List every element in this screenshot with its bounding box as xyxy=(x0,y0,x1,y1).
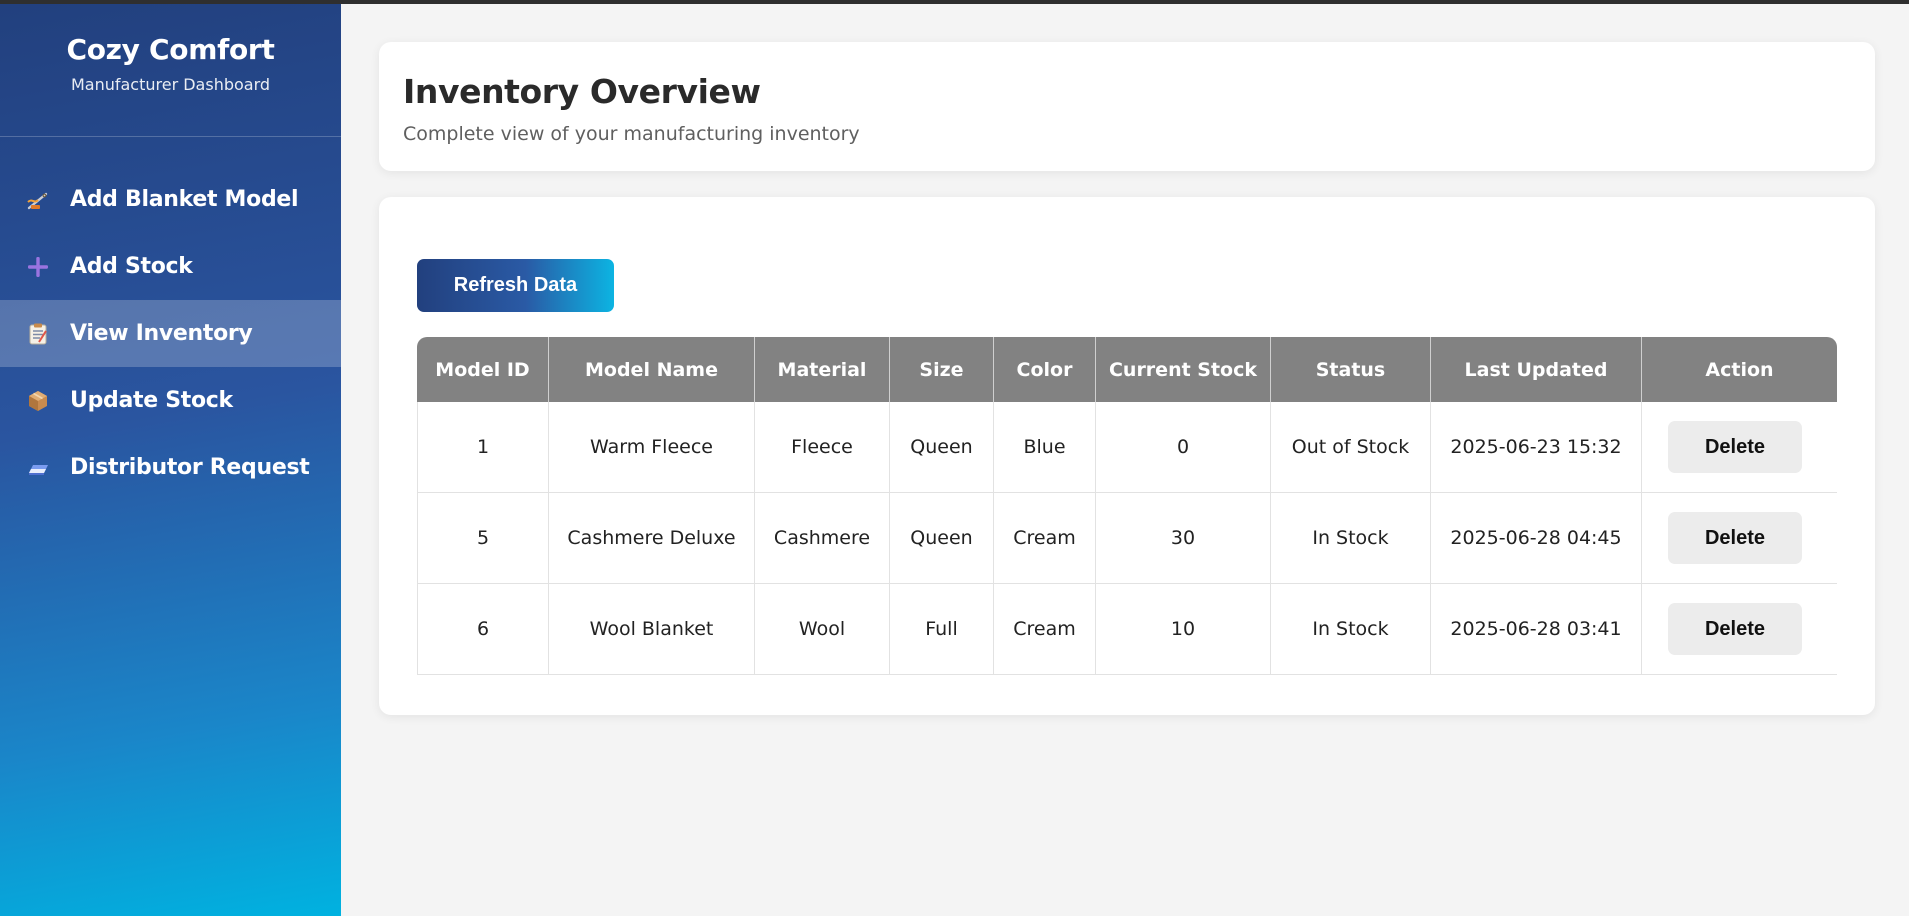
cell-model-name: Warm Fleece xyxy=(549,402,755,493)
cell-model-name: Cashmere Deluxe xyxy=(549,493,755,584)
inventory-table: Model ID Model Name Material Size Color … xyxy=(417,337,1837,675)
sidebar-item-label: Update Stock xyxy=(70,388,233,413)
column-header-model-id: Model ID xyxy=(417,337,549,402)
cell-action: Delete xyxy=(1642,584,1837,675)
clipboard-icon xyxy=(26,322,50,346)
brand-subtitle: Manufacturer Dashboard xyxy=(70,75,271,94)
cell-last-updated: 2025-06-28 03:41 xyxy=(1431,584,1642,675)
sidebar-item-distributor-request[interactable]: Distributor Request xyxy=(0,434,341,501)
sidebar: Cozy Comfort Manufacturer Dashboard Add … xyxy=(0,4,341,916)
cell-size: Queen xyxy=(890,493,994,584)
sidebar-item-add-blanket-model[interactable]: Add Blanket Model xyxy=(0,166,341,233)
sidebar-item-view-inventory[interactable]: View Inventory xyxy=(0,300,341,367)
column-header-material: Material xyxy=(755,337,890,402)
cell-color: Cream xyxy=(994,493,1096,584)
cell-size: Queen xyxy=(890,402,994,493)
sidebar-item-label: Add Stock xyxy=(70,254,193,279)
sidebar-item-label: View Inventory xyxy=(70,321,253,346)
refresh-data-button[interactable]: Refresh Data xyxy=(417,259,614,312)
cell-last-updated: 2025-06-23 15:32 xyxy=(1431,402,1642,493)
table-header-row: Model ID Model Name Material Size Color … xyxy=(417,337,1837,402)
cell-current-stock: 0 xyxy=(1096,402,1271,493)
sidebar-item-label: Distributor Request xyxy=(70,455,310,480)
table-row: 5 Cashmere Deluxe Cashmere Queen Cream 3… xyxy=(417,493,1837,584)
sidebar-item-label: Add Blanket Model xyxy=(70,187,299,212)
delete-button[interactable]: Delete xyxy=(1668,603,1802,655)
cell-material: Cashmere xyxy=(755,493,890,584)
sewing-needle-icon xyxy=(26,188,50,212)
cell-status: In Stock xyxy=(1271,493,1431,584)
cell-status: Out of Stock xyxy=(1271,402,1431,493)
cell-material: Fleece xyxy=(755,402,890,493)
cell-current-stock: 10 xyxy=(1096,584,1271,675)
cell-model-id: 5 xyxy=(417,493,549,584)
column-header-status: Status xyxy=(1271,337,1431,402)
column-header-model-name: Model Name xyxy=(549,337,755,402)
cell-model-id: 6 xyxy=(417,584,549,675)
delete-button[interactable]: Delete xyxy=(1668,512,1802,564)
plus-icon xyxy=(26,255,50,279)
cell-model-name: Wool Blanket xyxy=(549,584,755,675)
column-header-color: Color xyxy=(994,337,1096,402)
table-row: 6 Wool Blanket Wool Full Cream 10 In Sto… xyxy=(417,584,1837,675)
inventory-panel: Refresh Data Model ID Model Name Materia… xyxy=(379,197,1875,715)
page-subtitle: Complete view of your manufacturing inve… xyxy=(403,123,860,145)
cell-color: Blue xyxy=(994,402,1096,493)
brand-title: Cozy Comfort xyxy=(66,33,275,66)
page-title: Inventory Overview xyxy=(403,72,761,111)
delete-button[interactable]: Delete xyxy=(1668,421,1802,473)
window-top-edge xyxy=(0,0,1909,4)
column-header-size: Size xyxy=(890,337,994,402)
sidebar-item-add-stock[interactable]: Add Stock xyxy=(0,233,341,300)
cell-color: Cream xyxy=(994,584,1096,675)
cell-material: Wool xyxy=(755,584,890,675)
page-header: Inventory Overview Complete view of your… xyxy=(379,42,1875,171)
column-header-action: Action xyxy=(1642,337,1837,402)
cell-action: Delete xyxy=(1642,402,1837,493)
cell-current-stock: 30 xyxy=(1096,493,1271,584)
sidebar-nav: Add Blanket Model Add Stock View Invento… xyxy=(0,166,341,501)
eraser-icon xyxy=(26,456,50,480)
brand: Cozy Comfort Manufacturer Dashboard xyxy=(0,4,341,137)
cell-last-updated: 2025-06-28 04:45 xyxy=(1431,493,1642,584)
cell-action: Delete xyxy=(1642,493,1837,584)
cell-model-id: 1 xyxy=(417,402,549,493)
column-header-last-updated: Last Updated xyxy=(1431,337,1642,402)
cell-status: In Stock xyxy=(1271,584,1431,675)
package-icon xyxy=(26,389,50,413)
column-header-current-stock: Current Stock xyxy=(1096,337,1271,402)
sidebar-item-update-stock[interactable]: Update Stock xyxy=(0,367,341,434)
cell-size: Full xyxy=(890,584,994,675)
table-row: 1 Warm Fleece Fleece Queen Blue 0 Out of… xyxy=(417,402,1837,493)
